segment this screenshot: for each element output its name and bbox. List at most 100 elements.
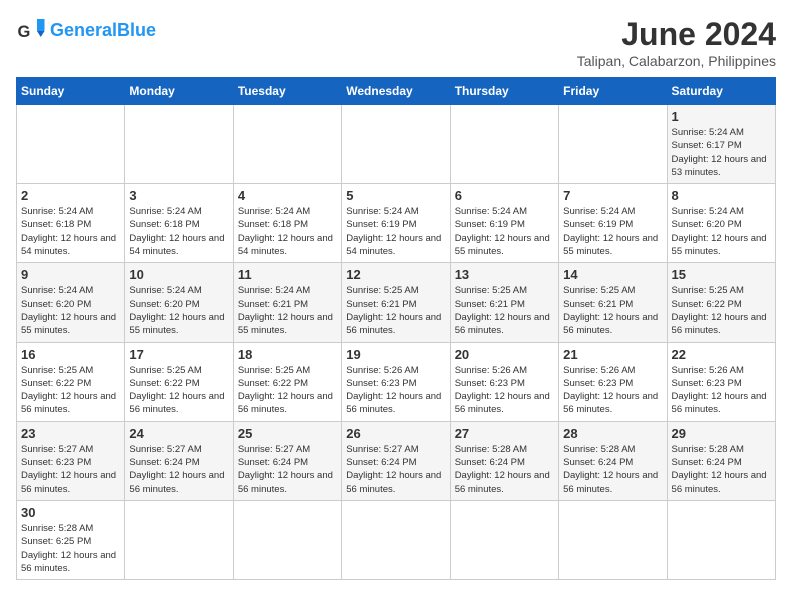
day-info: Sunrise: 5:25 AM Sunset: 6:22 PM Dayligh… [21,364,120,417]
day-info: Sunrise: 5:24 AM Sunset: 6:19 PM Dayligh… [346,205,445,258]
day-number: 7 [563,188,662,203]
day-number: 8 [672,188,771,203]
table-row [342,500,450,579]
day-info: Sunrise: 5:24 AM Sunset: 6:21 PM Dayligh… [238,284,337,337]
calendar-body: 1Sunrise: 5:24 AM Sunset: 6:17 PM Daylig… [17,105,776,580]
table-row: 23 Sunrise: 5:27 AM Sunset: 6:23 PM Dayli… [17,421,125,500]
day-number: 18 [238,347,337,362]
table-row: 3Sunrise: 5:24 AM Sunset: 6:18 PM Daylig… [125,184,233,263]
day-info: Sunrise: 5:25 AM Sunset: 6:22 PM Dayligh… [238,364,337,417]
day-info: Sunrise: 5:28 AM Sunset: 6:24 PM Dayligh… [672,443,771,496]
logo-blue: Blue [117,20,156,40]
table-row [233,500,341,579]
day-info: Sunrise: 5:24 AM Sunset: 6:19 PM Dayligh… [563,205,662,258]
calendar-week-row: 30Sunrise: 5:28 AM Sunset: 6:25 PM Dayli… [17,500,776,579]
day-number: 24 [129,426,228,441]
table-row: 21Sunrise: 5:26 AM Sunset: 6:23 PM Dayli… [559,342,667,421]
table-row: 26 Sunrise: 5:27 AM Sunset: 6:24 PM Dayli… [342,421,450,500]
header-tuesday: Tuesday [233,78,341,105]
day-info: Sunrise: 5:26 AM Sunset: 6:23 PM Dayligh… [346,364,445,417]
day-info: Sunrise: 5:28 AM Sunset: 6:24 PM Dayligh… [455,443,554,496]
table-row: 28Sunrise: 5:28 AM Sunset: 6:24 PM Dayli… [559,421,667,500]
day-info: Sunrise: 5:24 AM Sunset: 6:20 PM Dayligh… [129,284,228,337]
day-info: Sunrise: 5:24 AM Sunset: 6:18 PM Dayligh… [238,205,337,258]
day-info: Sunrise: 5:28 AM Sunset: 6:25 PM Dayligh… [21,522,120,575]
day-number: 15 [672,267,771,282]
table-row: 30Sunrise: 5:28 AM Sunset: 6:25 PM Dayli… [17,500,125,579]
header-friday: Friday [559,78,667,105]
day-number: 16 [21,347,120,362]
table-row [559,500,667,579]
table-row: 2 Sunrise: 5:24 AM Sunset: 6:18 PM Daylig… [17,184,125,263]
table-row: 12Sunrise: 5:25 AM Sunset: 6:21 PM Dayli… [342,263,450,342]
table-row [125,105,233,184]
day-number: 26 [346,426,445,441]
day-number: 2 [21,188,120,203]
logo-general: General [50,20,117,40]
table-row: 29 Sunrise: 5:28 AM Sunset: 6:24 PM Dayli… [667,421,775,500]
table-row: 24 Sunrise: 5:27 AM Sunset: 6:24 PM Dayli… [125,421,233,500]
calendar-week-row: 16 Sunrise: 5:25 AM Sunset: 6:22 PM Dayli… [17,342,776,421]
day-number: 6 [455,188,554,203]
table-row: 10 Sunrise: 5:24 AM Sunset: 6:20 PM Dayli… [125,263,233,342]
day-number: 10 [129,267,228,282]
day-info: Sunrise: 5:25 AM Sunset: 6:21 PM Dayligh… [346,284,445,337]
header-thursday: Thursday [450,78,558,105]
calendar-week-row: 23 Sunrise: 5:27 AM Sunset: 6:23 PM Dayli… [17,421,776,500]
day-number: 20 [455,347,554,362]
table-row: 25Sunrise: 5:27 AM Sunset: 6:24 PM Dayli… [233,421,341,500]
header-monday: Monday [125,78,233,105]
page-header: G GeneralBlue June 2024 Talipan, Calabar… [16,16,776,69]
day-number: 14 [563,267,662,282]
table-row [667,500,775,579]
day-info: Sunrise: 5:26 AM Sunset: 6:23 PM Dayligh… [672,364,771,417]
table-row: 1Sunrise: 5:24 AM Sunset: 6:17 PM Daylig… [667,105,775,184]
logo: G GeneralBlue [16,16,156,46]
header-saturday: Saturday [667,78,775,105]
table-row: 27 Sunrise: 5:28 AM Sunset: 6:24 PM Dayli… [450,421,558,500]
day-info: Sunrise: 5:27 AM Sunset: 6:23 PM Dayligh… [21,443,120,496]
table-row: 22Sunrise: 5:26 AM Sunset: 6:23 PM Dayli… [667,342,775,421]
day-info: Sunrise: 5:24 AM Sunset: 6:20 PM Dayligh… [672,205,771,258]
table-row: 4 Sunrise: 5:24 AM Sunset: 6:18 PM Daylig… [233,184,341,263]
day-number: 19 [346,347,445,362]
table-row [559,105,667,184]
day-info: Sunrise: 5:27 AM Sunset: 6:24 PM Dayligh… [129,443,228,496]
table-row: 5Sunrise: 5:24 AM Sunset: 6:19 PM Daylig… [342,184,450,263]
table-row: 17 Sunrise: 5:25 AM Sunset: 6:22 PM Dayli… [125,342,233,421]
day-info: Sunrise: 5:27 AM Sunset: 6:24 PM Dayligh… [346,443,445,496]
table-row: 14Sunrise: 5:25 AM Sunset: 6:21 PM Dayli… [559,263,667,342]
day-info: Sunrise: 5:24 AM Sunset: 6:17 PM Dayligh… [672,126,771,179]
day-number: 3 [129,188,228,203]
table-row [17,105,125,184]
day-number: 25 [238,426,337,441]
logo-wordmark: GeneralBlue [50,21,156,41]
day-number: 17 [129,347,228,362]
day-number: 29 [672,426,771,441]
day-info: Sunrise: 5:26 AM Sunset: 6:23 PM Dayligh… [455,364,554,417]
calendar-table: Sunday Monday Tuesday Wednesday Thursday… [16,77,776,580]
table-row [342,105,450,184]
day-info: Sunrise: 5:25 AM Sunset: 6:21 PM Dayligh… [455,284,554,337]
table-row [125,500,233,579]
day-info: Sunrise: 5:26 AM Sunset: 6:23 PM Dayligh… [563,364,662,417]
calendar-week-row: 1Sunrise: 5:24 AM Sunset: 6:17 PM Daylig… [17,105,776,184]
day-info: Sunrise: 5:24 AM Sunset: 6:18 PM Dayligh… [21,205,120,258]
day-number: 9 [21,267,120,282]
header-wednesday: Wednesday [342,78,450,105]
day-number: 27 [455,426,554,441]
calendar-header: Sunday Monday Tuesday Wednesday Thursday… [17,78,776,105]
table-row: 16 Sunrise: 5:25 AM Sunset: 6:22 PM Dayli… [17,342,125,421]
title-block: June 2024 Talipan, Calabarzon, Philippin… [577,16,776,69]
day-number: 28 [563,426,662,441]
day-number: 23 [21,426,120,441]
table-row [233,105,341,184]
table-row: 18 Sunrise: 5:25 AM Sunset: 6:22 PM Dayli… [233,342,341,421]
weekday-header-row: Sunday Monday Tuesday Wednesday Thursday… [17,78,776,105]
table-row: 19 Sunrise: 5:26 AM Sunset: 6:23 PM Dayli… [342,342,450,421]
table-row: 9Sunrise: 5:24 AM Sunset: 6:20 PM Daylig… [17,263,125,342]
day-info: Sunrise: 5:25 AM Sunset: 6:22 PM Dayligh… [129,364,228,417]
day-number: 4 [238,188,337,203]
calendar-week-row: 2 Sunrise: 5:24 AM Sunset: 6:18 PM Daylig… [17,184,776,263]
day-info: Sunrise: 5:24 AM Sunset: 6:19 PM Dayligh… [455,205,554,258]
